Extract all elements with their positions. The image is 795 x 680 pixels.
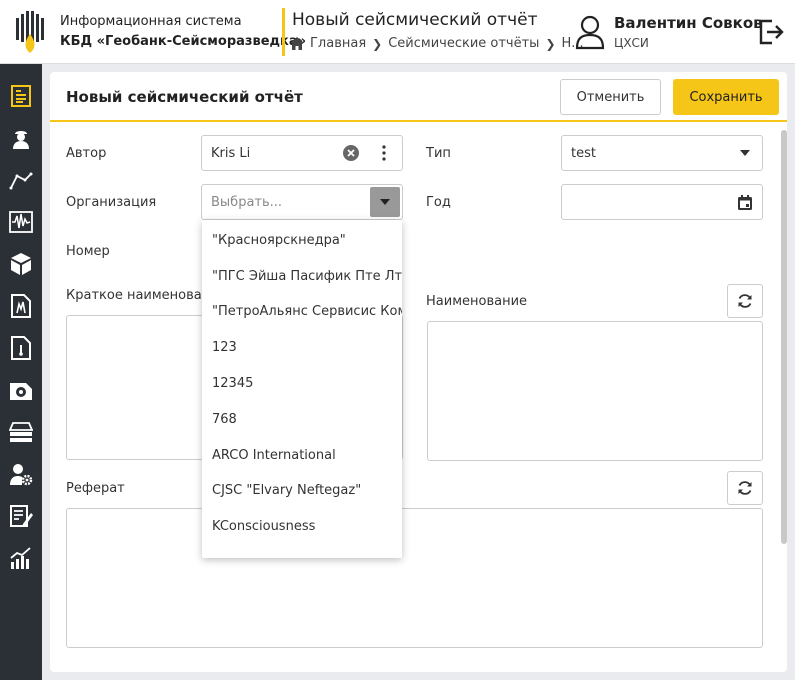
type-label: Тип xyxy=(426,146,451,161)
seismogram-icon xyxy=(9,211,33,233)
chevron-right-icon: ❯ xyxy=(545,36,556,51)
sidebar-item-analytics[interactable] xyxy=(5,542,37,574)
sidebar-item-user-settings[interactable] xyxy=(5,458,37,490)
system-title-line2: КБД «Геобанк-Сейсморазведка» xyxy=(60,34,307,49)
cube-icon xyxy=(11,253,31,275)
report-icon xyxy=(11,85,31,107)
layers-icon xyxy=(9,422,33,442)
type-select[interactable]: test xyxy=(561,135,763,171)
sidebar-item-document-chart[interactable] xyxy=(5,290,37,322)
name-refresh-button[interactable] xyxy=(727,284,763,318)
year-label: Год xyxy=(426,195,451,210)
form-scrollbar[interactable] xyxy=(779,126,787,672)
calendar-icon[interactable] xyxy=(738,195,752,210)
worker-icon xyxy=(13,131,29,149)
dropdown-option[interactable]: ARCO International xyxy=(212,448,336,463)
year-field[interactable] xyxy=(561,184,763,220)
card-header: Новый сейсмический отчёт Отменить Сохран… xyxy=(50,72,787,122)
sidebar-item-disk[interactable] xyxy=(5,374,37,406)
report-form-card: Новый сейсмический отчёт Отменить Сохран… xyxy=(50,72,787,672)
dropdown-option[interactable]: "ПГС Эйша Пасифик Пте Лтд" xyxy=(212,269,402,284)
dropdown-option[interactable]: 768 xyxy=(212,412,237,427)
caret-down-icon xyxy=(740,150,750,156)
abstract-refresh-button[interactable] xyxy=(727,471,763,505)
save-button[interactable]: Сохранить xyxy=(673,79,779,115)
short-name-label: Краткое наименован xyxy=(66,288,202,303)
abstract-label: Реферат xyxy=(66,481,125,496)
user-org: ЦХСИ xyxy=(614,36,649,50)
user-name: Валентин Совков xyxy=(614,14,763,32)
number-label: Номер xyxy=(66,244,110,259)
clear-icon[interactable] xyxy=(343,145,359,161)
dropdown-option[interactable]: "Красноярскнедра" xyxy=(212,233,346,248)
logout-icon[interactable] xyxy=(758,18,784,46)
sidebar-item-cube[interactable] xyxy=(5,248,37,280)
chevron-right-icon: ❯ xyxy=(372,36,383,51)
route-icon xyxy=(9,172,33,190)
dropdown-option[interactable]: "ПетроАльянс Сервисис Комп xyxy=(212,304,402,319)
sidebar-item-reports[interactable] xyxy=(5,80,37,112)
dropdown-option[interactable]: KConsciousness xyxy=(212,519,315,534)
breadcrumb-seismic-reports[interactable]: Сейсмические отчёты xyxy=(388,36,539,51)
organization-placeholder: Выбрать... xyxy=(211,195,283,210)
refresh-icon xyxy=(738,481,752,495)
caret-down-icon xyxy=(380,199,390,205)
home-icon[interactable] xyxy=(290,37,304,50)
organization-select[interactable]: Выбрать... xyxy=(201,184,403,220)
system-title: Информационная система КБД «Геобанк-Сейс… xyxy=(60,12,306,52)
disk-icon xyxy=(10,383,32,400)
type-value: test xyxy=(571,146,596,161)
organization-label: Организация xyxy=(66,195,157,210)
user-settings-icon xyxy=(10,464,33,486)
author-field[interactable]: Kris Li xyxy=(201,135,403,171)
author-value: Kris Li xyxy=(211,146,251,161)
breadcrumb-home[interactable]: Главная xyxy=(310,36,366,51)
sidebar-item-routes[interactable] xyxy=(5,164,37,196)
page-title: Новый сейсмический отчёт xyxy=(292,10,538,30)
dropdown-toggle-button[interactable] xyxy=(370,187,400,217)
user-icon xyxy=(575,15,605,50)
sidebar xyxy=(0,64,42,680)
dropdown-option[interactable]: 12345 xyxy=(212,376,253,391)
organization-dropdown-list: "Красноярскнедра" "ПГС Эйша Пасифик Пте … xyxy=(202,220,402,558)
sidebar-item-workers[interactable] xyxy=(5,122,37,154)
breadcrumb: Главная ❯ Сейсмические отчёты ❯ Н... xyxy=(290,36,584,51)
document-well-icon xyxy=(11,336,31,360)
system-title-line1: Информационная система xyxy=(60,14,242,29)
analytics-icon xyxy=(10,547,31,569)
more-vertical-icon[interactable] xyxy=(382,145,386,161)
company-logo xyxy=(12,10,48,54)
sidebar-item-layers[interactable] xyxy=(5,416,37,448)
dropdown-option[interactable]: 123 xyxy=(212,340,237,355)
author-label: Автор xyxy=(66,146,107,161)
dropdown-option[interactable]: CJSC "Elvary Neftegaz" xyxy=(212,483,361,498)
cancel-button[interactable]: Отменить xyxy=(560,79,661,115)
abstract-textarea[interactable] xyxy=(66,508,763,648)
card-title: Новый сейсмический отчёт xyxy=(66,88,303,106)
name-textarea[interactable] xyxy=(427,321,763,461)
sidebar-item-edit-list[interactable] xyxy=(5,500,37,532)
header-divider xyxy=(282,8,285,56)
edit-list-icon xyxy=(10,505,33,527)
refresh-icon xyxy=(738,294,752,308)
sidebar-item-document-well[interactable] xyxy=(5,332,37,364)
document-chart-icon xyxy=(11,294,31,318)
name-label: Наименование xyxy=(426,294,528,309)
scrollbar-thumb[interactable] xyxy=(781,130,787,544)
app-header: Информационная система КБД «Геобанк-Сейс… xyxy=(0,0,795,64)
sidebar-item-seismograms[interactable] xyxy=(5,206,37,238)
